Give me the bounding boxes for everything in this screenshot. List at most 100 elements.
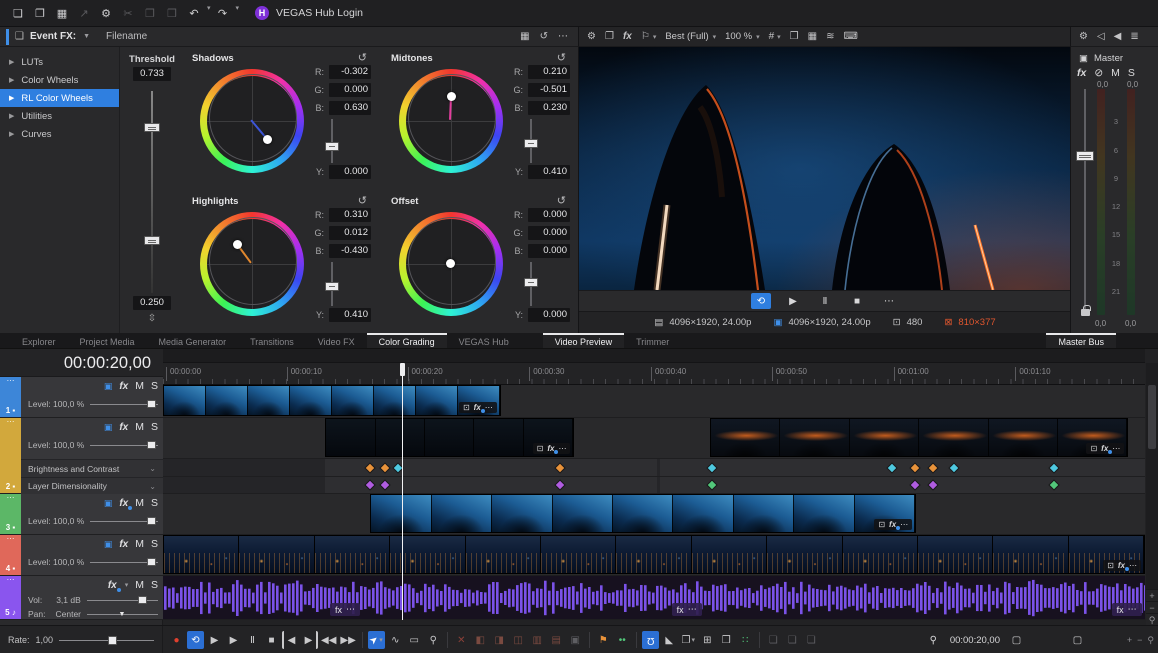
track-level-slider[interactable] — [90, 445, 158, 446]
audio-fx-icon[interactable]: fx — [335, 605, 342, 615]
grid-overlay-icon[interactable]: #▾ — [769, 31, 781, 42]
track-4-lane[interactable]: ⊡fx⋯ — [163, 535, 1145, 576]
dim-output-icon[interactable]: ◀ — [1114, 31, 1122, 42]
fast-forward-button[interactable]: ▶▶ — [339, 631, 356, 649]
y-slider[interactable] — [506, 262, 556, 306]
rate-slider-handle[interactable] — [108, 636, 117, 645]
track-solo-button[interactable]: S — [151, 579, 158, 591]
wheel-reset-icon[interactable]: ↺ — [358, 51, 367, 64]
blue-value[interactable]: 0.230 — [528, 101, 570, 115]
pan-slider[interactable]: ▼ — [87, 614, 158, 615]
threshold-top-value[interactable]: 0.733 — [133, 67, 171, 81]
video-event[interactable]: ⊡fx⋯ — [163, 535, 1145, 574]
external-monitor-icon[interactable]: ≋ — [826, 31, 834, 42]
loop-playback-button[interactable]: ⟲ — [187, 631, 204, 649]
expand-triangle-icon[interactable]: ▶ — [9, 94, 14, 102]
video-output-fx-icon[interactable]: fx — [623, 31, 632, 42]
event-more-icon[interactable]: ⋯ — [485, 403, 493, 412]
green-value[interactable]: -0.501 — [528, 83, 570, 97]
track-4-color-strip[interactable]: ⋯4 ▪ — [0, 535, 21, 575]
track-level-slider[interactable] — [90, 562, 158, 563]
track-view-icon[interactable]: ▣ — [104, 422, 113, 433]
event-badge[interactable]: ⊡fx ⋯ — [533, 443, 571, 454]
audio-fx-icon[interactable]: fx — [1117, 605, 1124, 615]
sidebar-item-rl-color-wheels[interactable]: ▶RL Color Wheels — [0, 89, 119, 107]
mixer-view-icon[interactable]: ≣ — [1130, 31, 1138, 42]
audio-more-icon[interactable]: ⋯ — [688, 604, 697, 615]
playhead-line[interactable] — [402, 363, 403, 620]
green-value[interactable]: 0.000 — [329, 83, 371, 97]
track-level-handle[interactable] — [147, 517, 156, 525]
crop-icon[interactable]: ⊡ — [463, 403, 470, 412]
luma-value[interactable]: 0.000 — [329, 165, 371, 179]
track-solo-button[interactable]: S — [151, 497, 158, 509]
pan-center-marker[interactable]: ▼ — [119, 611, 126, 618]
transport-timecode[interactable]: 00:00:20,00 — [950, 635, 1000, 646]
envelope-row-layer-dimensionality[interactable]: Layer Dimensionality⌄ — [21, 477, 163, 494]
lock-envelopes-button[interactable]: ⊞ — [699, 631, 716, 649]
track-3-color-strip[interactable]: ⋯3 ▪ — [0, 494, 21, 534]
insert-marker-button[interactable]: ⚑ — [595, 631, 612, 649]
playhead-head[interactable] — [400, 363, 405, 376]
tab-project-media[interactable]: Project Media — [68, 333, 147, 348]
more-options-icon[interactable]: ⋯ — [558, 31, 568, 42]
track-3-lane[interactable]: ⊡fx⋯ — [163, 494, 1145, 535]
rewind-button[interactable]: ◀◀ — [320, 631, 337, 649]
zoom-out-button[interactable]: − — [1137, 635, 1142, 645]
track-5-header[interactable]: ⋯5 ♪fx▾MSVol:3,1 dBPan:Center▼ — [0, 576, 163, 620]
go-to-end-button[interactable]: ▶ — [301, 631, 318, 649]
track-2-color-strip[interactable]: ⋯2 ▪ — [0, 418, 21, 493]
event-more-icon[interactable]: ⋯ — [558, 444, 566, 453]
track-options-icon[interactable]: ⋯ — [7, 378, 15, 384]
threshold-range-icon[interactable]: ⇳ — [124, 313, 180, 324]
green-value[interactable]: 0.012 — [329, 226, 371, 240]
redo-icon[interactable]: ↷ — [213, 4, 233, 22]
y-slider[interactable] — [506, 119, 556, 163]
video-event[interactable]: ⊡fx⋯ — [163, 385, 501, 416]
tab-explorer[interactable]: Explorer — [10, 333, 68, 348]
layer-dimensionality-envelope-lane[interactable] — [163, 477, 1145, 494]
track-1-color-strip[interactable]: ⋯1 ▪ — [0, 377, 21, 417]
open-project-icon[interactable]: ❐ — [30, 4, 50, 22]
track-solo-button[interactable]: S — [151, 538, 158, 550]
audio-more-icon[interactable]: ⋯ — [346, 604, 355, 615]
track-2-header[interactable]: ⋯2 ▪▣fxMSLevel: 100,0 %Brightness and Co… — [0, 418, 163, 494]
red-value[interactable]: 0.310 — [329, 208, 371, 222]
y-slider-handle[interactable] — [325, 282, 339, 291]
threshold-slider[interactable] — [151, 91, 153, 293]
sidebar-item-utilities[interactable]: ▶Utilities — [0, 107, 119, 125]
playhead-pin-icon[interactable]: ⚲ — [925, 631, 942, 649]
envelope-edit-tool[interactable]: ∿ — [387, 631, 404, 649]
downmix-icon[interactable]: ◁ — [1097, 31, 1105, 42]
preview-flag-icon[interactable]: ⚐▾ — [641, 31, 656, 42]
luma-value[interactable]: 0.000 — [528, 308, 570, 322]
red-value[interactable]: 0.210 — [528, 65, 570, 79]
reset-chain-icon[interactable]: ↺ — [540, 31, 548, 42]
external-control-button[interactable]: ▢ — [1069, 631, 1086, 649]
timeline-scrollbar[interactable]: + − ⚲ — [1146, 363, 1158, 625]
pause-button[interactable]: Ⅱ — [815, 293, 835, 309]
master-mute-button[interactable]: M — [1111, 67, 1120, 79]
volume-slider[interactable] — [87, 600, 158, 601]
sidebar-item-luts[interactable]: ▶LUTs — [0, 53, 119, 71]
envelope-row-brightness-and-contrast[interactable]: Brightness and Contrast⌄ — [21, 459, 163, 477]
tab-video-fx[interactable]: Video FX — [306, 333, 367, 348]
track-solo-button[interactable]: S — [151, 380, 158, 392]
track-colors-button[interactable]: ∷ — [737, 631, 754, 649]
master-fx-button[interactable]: fx — [1077, 67, 1086, 79]
timeline-timecode[interactable]: 00:00:20,00 — [0, 349, 163, 377]
volume-handle[interactable] — [138, 596, 147, 604]
crop-icon[interactable]: ⊡ — [537, 444, 544, 453]
event-fx-icon[interactable]: fx — [547, 444, 554, 453]
auto-crossfade-button[interactable]: ◣ — [661, 631, 678, 649]
green-value[interactable]: 0.000 — [528, 226, 570, 240]
scrollbar-handle[interactable] — [1148, 385, 1156, 449]
event-fx-icon[interactable]: fx — [1101, 444, 1108, 453]
brightness-contrast-envelope-lane[interactable] — [163, 459, 1145, 477]
tab-color-grading[interactable]: Color Grading — [367, 333, 447, 348]
record-button[interactable]: ● — [168, 631, 185, 649]
track-solo-button[interactable]: S — [151, 421, 158, 433]
track-level-handle[interactable] — [147, 400, 156, 408]
track-options-icon[interactable]: ⋯ — [7, 419, 15, 425]
collapse-icon[interactable]: ⌄ — [149, 482, 156, 491]
